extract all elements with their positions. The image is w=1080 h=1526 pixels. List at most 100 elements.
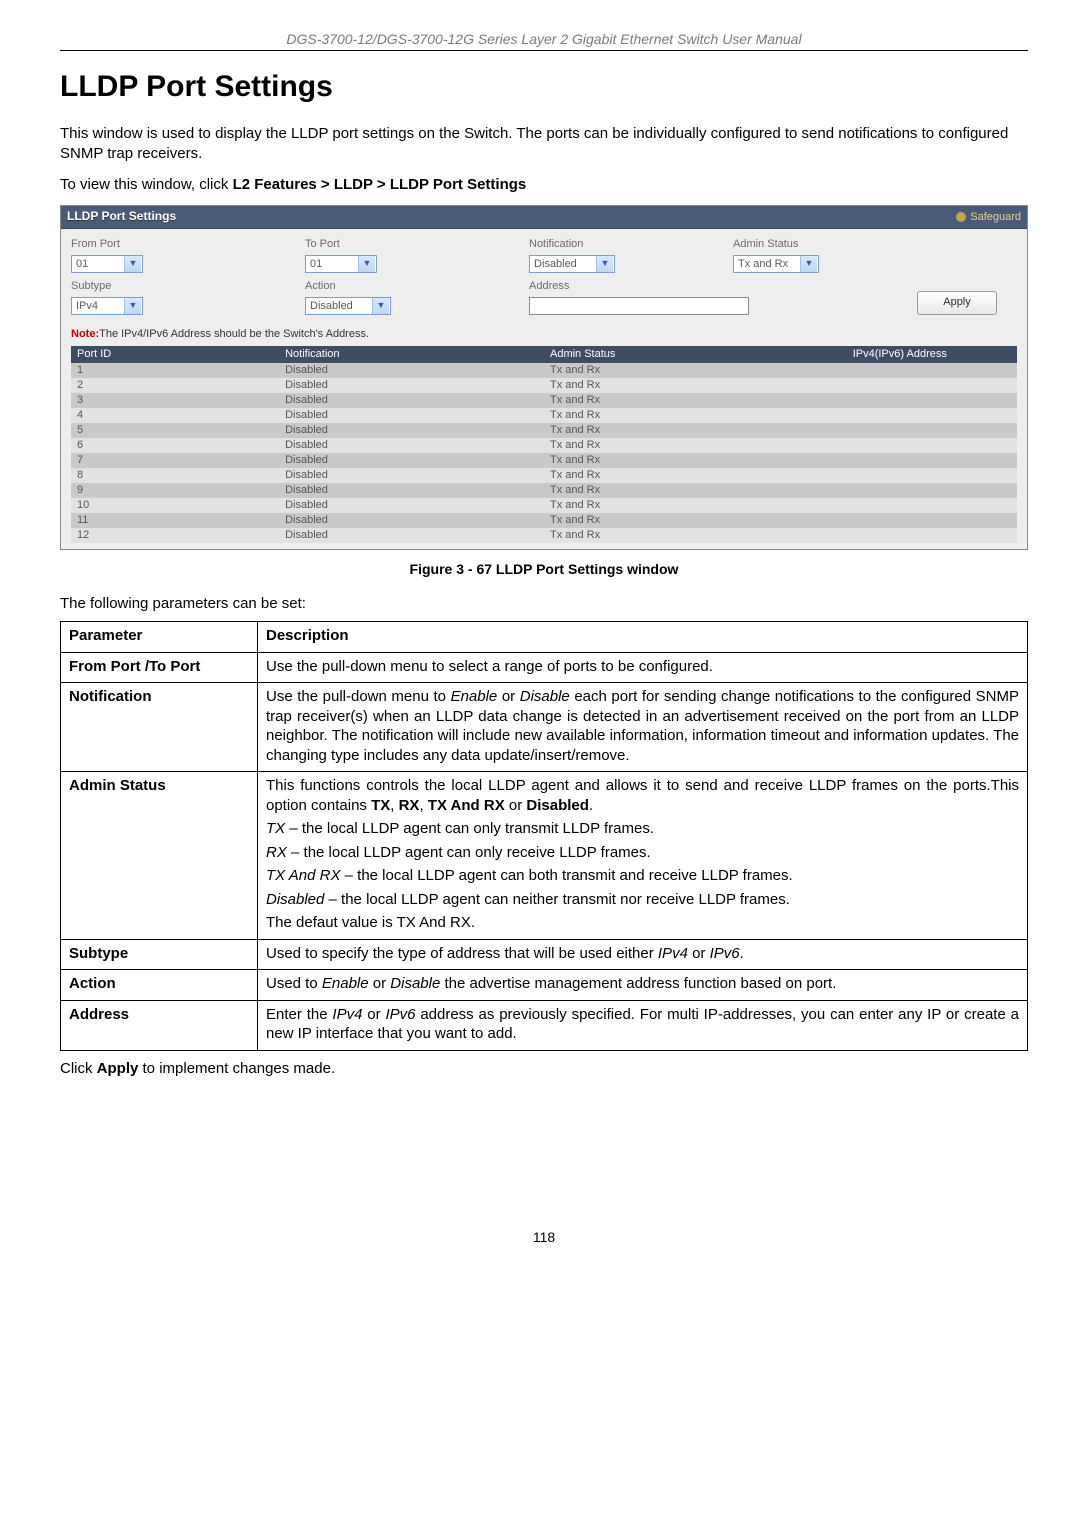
param-name: From Port /To Port: [61, 652, 258, 683]
param-name: Admin Status: [61, 772, 258, 940]
intro-paragraph: This window is used to display the LLDP …: [60, 124, 1028, 163]
chevron-down-icon: ▼: [358, 256, 375, 272]
param-description: Use the pull-down menu to select a range…: [258, 652, 1028, 683]
to-port-value: 01: [310, 257, 322, 271]
action-value: Disabled: [310, 299, 353, 313]
admin-status-select[interactable]: Tx and Rx ▼: [733, 255, 819, 273]
table-cell: Tx and Rx: [544, 453, 847, 468]
table-cell: Tx and Rx: [544, 468, 847, 483]
table-cell: Disabled: [279, 438, 544, 453]
table-cell: Disabled: [279, 393, 544, 408]
param-header-description: Description: [258, 622, 1028, 653]
table-cell: [847, 528, 1017, 543]
table-row: 11DisabledTx and Rx: [71, 513, 1017, 528]
apply-suffix: to implement changes made.: [138, 1060, 335, 1077]
window-titlebar: LLDP Port Settings Safeguard: [61, 206, 1027, 229]
table-cell: [847, 423, 1017, 438]
safeguard-indicator: Safeguard: [956, 210, 1021, 224]
param-name: Address: [61, 1000, 258, 1050]
table-cell: 2: [71, 378, 279, 393]
table-cell: Disabled: [279, 513, 544, 528]
table-row: 1DisabledTx and Rx: [71, 363, 1017, 378]
table-cell: 8: [71, 468, 279, 483]
param-description: Used to specify the type of address that…: [258, 939, 1028, 970]
table-cell: Disabled: [279, 423, 544, 438]
address-input[interactable]: [529, 297, 749, 315]
table-cell: Disabled: [279, 483, 544, 498]
param-description: This functions controls the local LLDP a…: [258, 772, 1028, 940]
notification-select[interactable]: Disabled ▼: [529, 255, 615, 273]
chevron-down-icon: ▼: [800, 256, 817, 272]
table-row: 12DisabledTx and Rx: [71, 528, 1017, 543]
table-cell: 12: [71, 528, 279, 543]
table-cell: 9: [71, 483, 279, 498]
from-port-value: 01: [76, 257, 88, 271]
safeguard-label: Safeguard: [970, 210, 1021, 224]
table-cell: [847, 513, 1017, 528]
subtype-label: Subtype: [71, 279, 271, 293]
page-number: 118: [60, 1228, 1028, 1246]
action-select[interactable]: Disabled ▼: [305, 297, 391, 315]
param-row: AddressEnter the IPv4 or IPv6 address as…: [61, 1000, 1028, 1050]
table-cell: 10: [71, 498, 279, 513]
admin-status-value: Tx and Rx: [738, 257, 788, 271]
table-cell: Disabled: [279, 453, 544, 468]
table-cell: Tx and Rx: [544, 363, 847, 378]
table-cell: Disabled: [279, 408, 544, 423]
navigation-instruction: To view this window, click L2 Features >…: [60, 175, 1028, 195]
table-cell: [847, 408, 1017, 423]
table-cell: Tx and Rx: [544, 423, 847, 438]
param-name: Notification: [61, 683, 258, 772]
col-ipv4ipv6-address: IPv4(IPv6) Address: [847, 346, 1017, 363]
table-cell: Tx and Rx: [544, 513, 847, 528]
nav-prefix: To view this window, click: [60, 176, 233, 193]
table-cell: [847, 498, 1017, 513]
table-cell: Tx and Rx: [544, 438, 847, 453]
table-cell: Tx and Rx: [544, 498, 847, 513]
param-row: ActionUsed to Enable or Disable the adve…: [61, 970, 1028, 1001]
table-cell: Tx and Rx: [544, 483, 847, 498]
param-header-parameter: Parameter: [61, 622, 258, 653]
table-cell: 1: [71, 363, 279, 378]
note-bold: Note:: [71, 328, 99, 340]
document-header: DGS-3700-12/DGS-3700-12G Series Layer 2 …: [60, 30, 1028, 48]
parameters-table: Parameter Description From Port /To Port…: [60, 621, 1028, 1051]
param-name: Subtype: [61, 939, 258, 970]
apply-instruction: Click Apply to implement changes made.: [60, 1059, 1028, 1079]
table-cell: 3: [71, 393, 279, 408]
subtype-value: IPv4: [76, 299, 98, 313]
chevron-down-icon: ▼: [596, 256, 613, 272]
table-row: 5DisabledTx and Rx: [71, 423, 1017, 438]
param-row: Admin StatusThis functions controls the …: [61, 772, 1028, 940]
subtype-select[interactable]: IPv4 ▼: [71, 297, 143, 315]
action-label: Action: [305, 279, 495, 293]
table-row: 3DisabledTx and Rx: [71, 393, 1017, 408]
param-name: Action: [61, 970, 258, 1001]
apply-bold: Apply: [97, 1060, 139, 1077]
param-description: Use the pull-down menu to Enable or Disa…: [258, 683, 1028, 772]
nav-path: L2 Features > LLDP > LLDP Port Settings: [233, 176, 527, 193]
table-cell: [847, 483, 1017, 498]
to-port-select[interactable]: 01 ▼: [305, 255, 377, 273]
table-cell: 6: [71, 438, 279, 453]
table-cell: Tx and Rx: [544, 378, 847, 393]
apply-button[interactable]: Apply: [917, 291, 997, 315]
table-cell: 4: [71, 408, 279, 423]
page-title: LLDP Port Settings: [60, 67, 1028, 106]
chevron-down-icon: ▼: [124, 298, 141, 314]
settings-window: LLDP Port Settings Safeguard From Port 0…: [60, 205, 1028, 550]
port-table: Port ID Notification Admin Status IPv4(I…: [71, 346, 1017, 543]
from-port-select[interactable]: 01 ▼: [71, 255, 143, 273]
parameters-intro: The following parameters can be set:: [60, 594, 1028, 614]
table-row: 4DisabledTx and Rx: [71, 408, 1017, 423]
table-row: 10DisabledTx and Rx: [71, 498, 1017, 513]
param-description: Enter the IPv4 or IPv6 address as previo…: [258, 1000, 1028, 1050]
to-port-label: To Port: [305, 237, 495, 251]
admin-status-label: Admin Status: [733, 237, 883, 251]
header-divider: [60, 50, 1028, 51]
apply-prefix: Click: [60, 1060, 97, 1077]
table-row: 7DisabledTx and Rx: [71, 453, 1017, 468]
table-row: 9DisabledTx and Rx: [71, 483, 1017, 498]
notification-label: Notification: [529, 237, 699, 251]
param-row: SubtypeUsed to specify the type of addre…: [61, 939, 1028, 970]
